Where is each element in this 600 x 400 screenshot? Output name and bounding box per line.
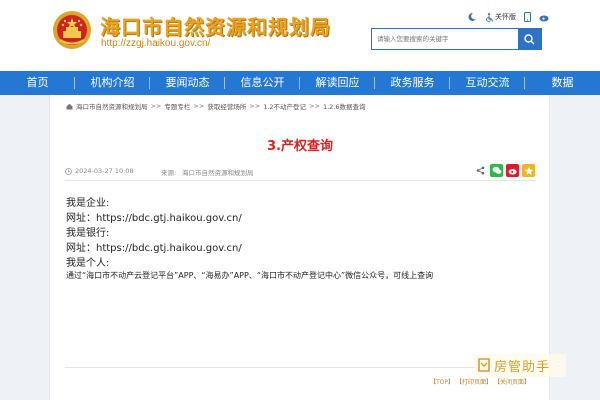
home-icon [66, 103, 73, 109]
breadcrumb-separator: >> [193, 102, 205, 110]
nav-item-disclosure[interactable]: 信息公开 [225, 71, 300, 95]
share-buttons [474, 164, 535, 177]
close-link[interactable]: 【关闭页面】 [494, 377, 530, 386]
site-title[interactable]: 海口市自然资源和规划局 [100, 11, 331, 40]
wechat-share-icon[interactable] [490, 164, 503, 177]
source-label: 来源: [161, 169, 177, 177]
clock-icon [65, 168, 72, 175]
search-input[interactable] [372, 29, 518, 49]
nav-item-interpretation[interactable]: 解读回应 [300, 71, 375, 95]
breadcrumb-separator: >> [249, 102, 261, 110]
qzone-share-icon[interactable] [522, 164, 535, 177]
search-button[interactable] [518, 29, 541, 49]
page: 海口市自然资源和规划局 http://zzgj.haikou.gov.cn/ 关… [0, 0, 600, 400]
search-box [371, 28, 542, 50]
top-tools: 关怀版 [467, 10, 550, 24]
top-link[interactable]: 【TOP】 [430, 377, 454, 386]
article-line-url-bank[interactable]: 网址：https://bdc.gtj.haikou.gov.cn/ [66, 239, 242, 254]
watermark-logo-icon [478, 358, 490, 372]
wheelchair-icon [486, 12, 493, 22]
breadcrumb-separator: >> [309, 102, 320, 110]
search-icon [524, 33, 535, 45]
article-line-personal: 我是个人: [66, 258, 110, 269]
publish-date: 2024-03-27 10:08 [75, 167, 134, 175]
nav-item-interaction[interactable]: 互动交流 [450, 71, 525, 95]
nav-item-data[interactable]: 数据 [525, 71, 600, 95]
print-link[interactable]: 【打印页面】 [456, 377, 492, 386]
accessibility-label: 关怀版 [495, 13, 516, 21]
source-value: 海口市自然资源和规划局 [182, 169, 254, 177]
site-url[interactable]: http://zzgj.haikou.gov.cn/ [101, 38, 210, 49]
article-line-bank: 我是银行: [66, 228, 110, 239]
article-line-url-enterprise[interactable]: 网址：https://bdc.gtj.haikou.gov.cn/ [66, 209, 242, 224]
weibo-icon[interactable] [539, 13, 550, 22]
content-divider [65, 367, 536, 368]
breadcrumb-item-query[interactable]: 1.2.6数据查询 [323, 101, 366, 111]
breadcrumb-item-business[interactable]: 获取经营场所 [207, 101, 246, 111]
breadcrumb-separator: >> [150, 102, 162, 110]
nav-item-services[interactable]: 政务服务 [375, 71, 450, 95]
main-nav: 首页 机构介绍 要闻动态 信息公开 解读回应 政务服务 互动交流 数据 [0, 71, 600, 95]
article-title: 3.产权查询 [267, 139, 333, 154]
site-header: 海口市自然资源和规划局 http://zzgj.haikou.gov.cn/ 关… [0, 0, 600, 70]
breadcrumb-item-special[interactable]: 专题专栏 [164, 101, 190, 111]
breadcrumb-item-home[interactable]: 海口市自然资源和规划局 [76, 101, 148, 111]
weibo-share-icon[interactable] [506, 164, 519, 177]
accessibility-button[interactable]: 关怀版 [485, 12, 516, 22]
breadcrumb: 海口市自然资源和规划局 >> 专题专栏 >> 获取经营场所 >> 1.2不动产登… [66, 101, 366, 111]
night-mode-icon[interactable] [467, 12, 477, 22]
nav-item-news[interactable]: 要闻动态 [150, 71, 225, 95]
mobile-icon[interactable] [524, 12, 531, 22]
article-line-personal-detail: 通过“海口市不动产云登记平台”APP、“海易办”APP、“海口市不动产登记中心”… [66, 271, 434, 280]
footer-links: 【TOP】 【打印页面】 【关闭页面】 [430, 377, 530, 386]
share-icon[interactable] [474, 164, 487, 177]
watermark-text: 房管助手 [494, 360, 551, 375]
breadcrumb-item-registration[interactable]: 1.2不动产登记 [263, 101, 306, 111]
nav-item-home[interactable]: 首页 [0, 71, 75, 95]
article-line-enterprise: 我是企业: [66, 198, 110, 209]
article-meta: 2024-03-27 10:08 来源: 海口市自然资源和规划局 [65, 164, 536, 181]
national-emblem-icon [52, 10, 92, 50]
nav-item-about[interactable]: 机构介绍 [75, 71, 150, 95]
watermark: 房管助手 [474, 354, 566, 377]
